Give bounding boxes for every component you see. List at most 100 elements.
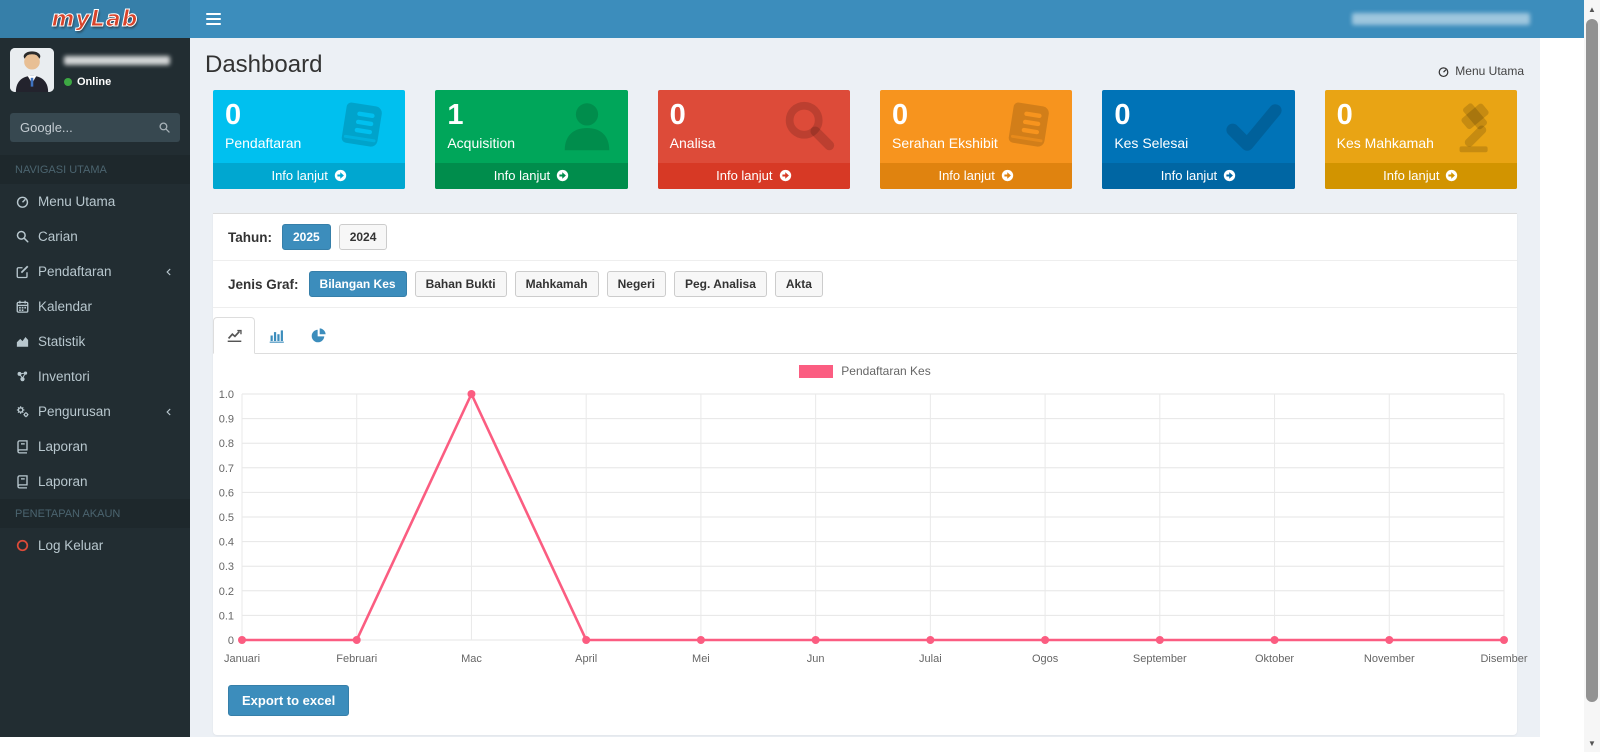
sidebar-section-navigasi: NAVIGASI UTAMA xyxy=(0,155,190,184)
area-chart-icon xyxy=(15,334,38,349)
svg-text:April: April xyxy=(575,653,597,665)
type-button-akta[interactable]: Akta xyxy=(774,271,823,297)
info-box-serahan-ekshibit: 0 Serahan Ekshibit Info lanjut xyxy=(879,90,1073,189)
sidebar-item-label: Inventori xyxy=(38,369,90,384)
legend-swatch xyxy=(799,364,834,378)
svg-text:Februari: Februari xyxy=(336,653,377,665)
svg-text:Julai: Julai xyxy=(919,653,942,665)
online-status-dot xyxy=(64,78,72,86)
info-lanjut-link[interactable]: Info lanjut xyxy=(879,163,1073,189)
user-avatar xyxy=(10,48,54,92)
scroll-up-arrow[interactable]: ▲ xyxy=(1584,1,1600,17)
info-box-acquisition: 1 Acquisition Info lanjut xyxy=(435,90,628,189)
sidebar-item-label: Carian xyxy=(38,229,78,244)
type-button-negeri[interactable]: Negeri xyxy=(606,271,666,297)
sidebar-item-laporan-2[interactable]: Laporan xyxy=(0,464,190,499)
year-filter-row: Tahun: 2025 2024 xyxy=(213,214,1517,261)
search-icon xyxy=(158,121,171,134)
sidebar-item-carian[interactable]: Carian xyxy=(0,219,190,254)
search-icon xyxy=(15,229,38,244)
sidebar-item-kalendar[interactable]: Kalendar xyxy=(0,289,190,324)
sidebar-nav: Menu Utama Carian Pendaftaran Kalendar S… xyxy=(0,184,190,499)
sidebar-item-pengurusan[interactable]: Pengurusan xyxy=(0,394,190,429)
arrow-circle-right-icon xyxy=(1445,169,1458,182)
bar-chart-icon xyxy=(268,327,285,344)
info-box-kes-mahkamah: 0 Kes Mahkamah Info lanjut xyxy=(1324,90,1517,189)
navbar-username-redacted[interactable] xyxy=(1352,13,1530,25)
top-navbar: myLab xyxy=(0,0,1584,38)
year-button-2024[interactable]: 2024 xyxy=(338,224,388,250)
svg-text:September: September xyxy=(1133,653,1187,665)
jenis-graf-label: Jenis Graf: xyxy=(228,276,299,292)
user-name-redacted xyxy=(64,56,170,65)
scrollbar-thumb[interactable] xyxy=(1586,19,1598,702)
info-lanjut-link[interactable]: Info lanjut xyxy=(435,163,628,189)
info-lanjut-link[interactable]: Info lanjut xyxy=(657,163,850,189)
sidebar: Online NAVIGASI UTAMA Menu Utama Carian … xyxy=(0,38,190,737)
arrow-circle-right-icon xyxy=(779,169,792,182)
svg-text:Mei: Mei xyxy=(692,653,710,665)
tahun-label: Tahun: xyxy=(228,229,272,245)
export-to-excel-button[interactable]: Export to excel xyxy=(228,685,350,716)
year-button-2025[interactable]: 2025 xyxy=(282,224,331,250)
tab-bar-chart[interactable] xyxy=(255,317,297,354)
chart-panel: Tahun: 2025 2024 Jenis Graf: Bilangan Ke… xyxy=(213,213,1528,735)
sidebar-item-laporan-1[interactable]: Laporan xyxy=(0,429,190,464)
arrow-circle-right-icon xyxy=(1223,169,1236,182)
sidebar-item-label: Statistik xyxy=(38,334,86,349)
book-icon xyxy=(1000,96,1062,163)
sidebar-item-menu-utama[interactable]: Menu Utama xyxy=(0,184,190,219)
book-icon xyxy=(15,474,38,489)
sidebar-section-penetapan-akaun: PENETAPAN AKAUN xyxy=(0,499,190,528)
search-icon xyxy=(778,96,840,163)
info-lanjut-link[interactable]: Info lanjut xyxy=(1102,163,1295,189)
search-submit-button[interactable] xyxy=(148,113,180,142)
page-title: Dashboard xyxy=(205,51,323,78)
sidebar-item-label: Log Keluar xyxy=(38,538,104,553)
circle-o-icon xyxy=(15,538,38,553)
type-button-bilangan-kes[interactable]: Bilangan Kes xyxy=(308,271,407,297)
chart-legend[interactable]: Pendaftaran Kes xyxy=(214,361,1516,382)
tab-line-chart[interactable] xyxy=(213,317,255,354)
app-window: myLab Online Google... NAVIGASI UTAMA Me… xyxy=(0,0,1600,752)
molecule-icon xyxy=(15,369,38,384)
sidebar-item-pendaftaran[interactable]: Pendaftaran xyxy=(0,254,190,289)
sidebar-item-log-keluar[interactable]: Log Keluar xyxy=(0,528,190,563)
type-button-mahkamah[interactable]: Mahkamah xyxy=(514,271,599,297)
svg-text:Ogos: Ogos xyxy=(1032,653,1059,665)
scroll-down-arrow[interactable]: ▼ xyxy=(1584,735,1600,751)
gavel-icon xyxy=(1445,96,1507,163)
info-box-row: 0 Pendaftaran Info lanjut 1 Acquisition … xyxy=(190,90,1540,189)
svg-text:Oktober: Oktober xyxy=(1255,653,1294,665)
content-wrapper: Dashboard Menu Utama 0 Pendaftaran Info … xyxy=(190,38,1540,737)
logo-text: myLab xyxy=(51,6,139,32)
sidebar-item-label: Laporan xyxy=(38,439,88,454)
svg-text:Januari: Januari xyxy=(224,653,260,665)
sidebar-item-label: Menu Utama xyxy=(38,194,116,209)
sidebar-toggle-button[interactable] xyxy=(190,0,236,38)
svg-text:0.3: 0.3 xyxy=(219,561,234,573)
type-button-peg-analisa[interactable]: Peg. Analisa xyxy=(673,271,767,297)
edit-icon xyxy=(15,264,38,279)
sidebar-item-inventori[interactable]: Inventori xyxy=(0,359,190,394)
svg-text:0.7: 0.7 xyxy=(219,463,234,475)
book-icon xyxy=(333,96,395,163)
legend-label: Pendaftaran Kes xyxy=(841,364,931,378)
info-lanjut-link[interactable]: Info lanjut xyxy=(1324,163,1517,189)
search-input[interactable] xyxy=(10,113,148,142)
type-button-bahan-bukti[interactable]: Bahan Bukti xyxy=(414,271,507,297)
sidebar-search-form xyxy=(10,113,180,142)
svg-text:0.2: 0.2 xyxy=(219,586,234,598)
svg-text:0.8: 0.8 xyxy=(219,438,234,450)
chart-area: Pendaftaran Kes 0 0.1 0.2 0.3 0.4 0.5 0.6 0.7 0.… xyxy=(213,354,1528,672)
cogs-icon xyxy=(15,404,38,419)
arrow-circle-right-icon xyxy=(556,169,569,182)
tab-pie-chart[interactable] xyxy=(297,317,339,354)
app-logo[interactable]: myLab xyxy=(0,0,190,38)
info-lanjut-link[interactable]: Info lanjut xyxy=(213,163,406,189)
sidebar-item-label: Laporan xyxy=(38,474,88,489)
breadcrumb[interactable]: Menu Utama xyxy=(1437,64,1524,78)
vertical-scrollbar[interactable]: ▲ ▼ xyxy=(1584,0,1600,752)
sidebar-item-statistik[interactable]: Statistik xyxy=(0,324,190,359)
user-status[interactable]: Online xyxy=(64,76,170,88)
